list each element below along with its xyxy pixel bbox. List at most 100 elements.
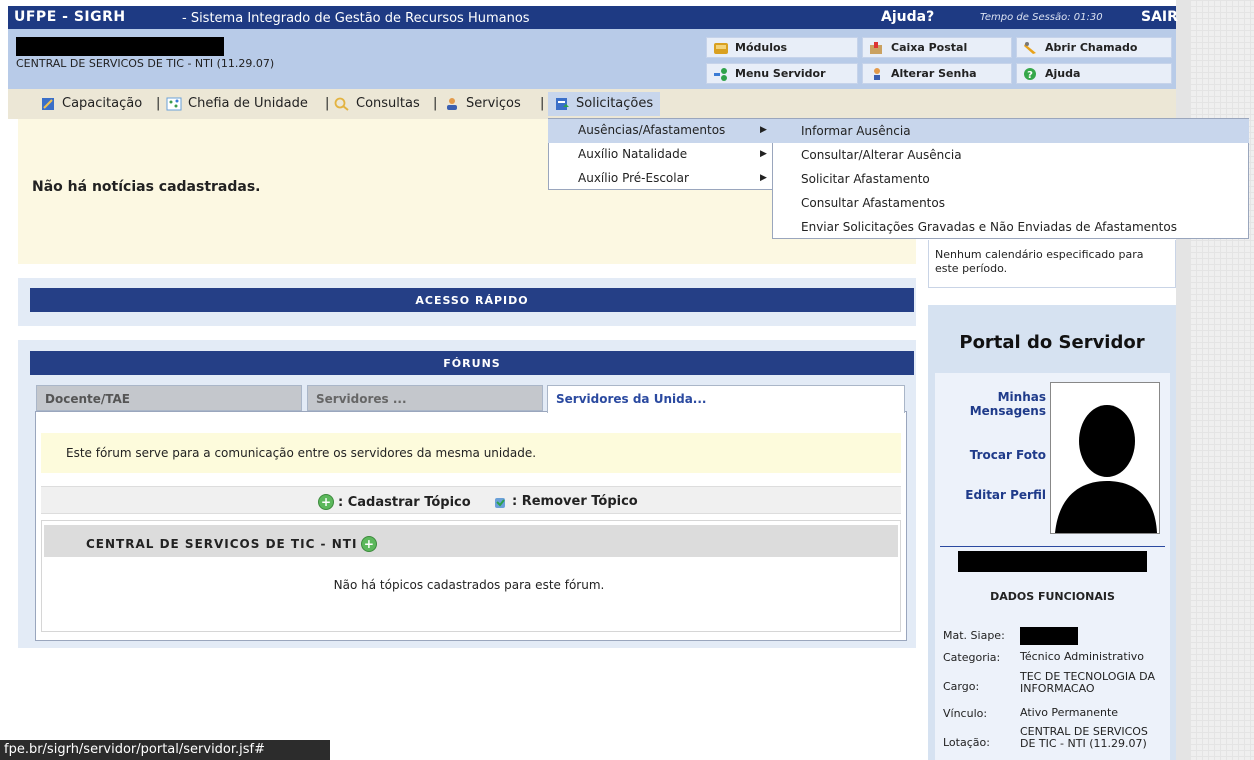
chart-icon: [166, 97, 182, 110]
chevron-right-icon: ▶: [760, 173, 767, 183]
siape-value-redacted: [1020, 627, 1078, 645]
modulos-label: Módulos: [735, 41, 788, 54]
forums-title: Fóruns: [30, 351, 914, 375]
system-brand[interactable]: UFPE - SIGRH: [14, 9, 126, 25]
chevron-right-icon: ▶: [760, 125, 767, 135]
dados-funcionais-title: DADOS FUNCIONAIS: [990, 590, 1115, 603]
menu-chefia[interactable]: Chefia de Unidade: [166, 96, 308, 111]
trash-icon: [495, 497, 505, 508]
page-background: [1190, 0, 1254, 760]
modulos-button[interactable]: Módulos: [706, 37, 858, 58]
key-icon: [874, 67, 880, 80]
dropdown-item-auxilio-natalidade[interactable]: Auxílio Natalidade ▶: [548, 143, 776, 167]
user-icon: [447, 97, 457, 110]
search-icon: [334, 97, 349, 111]
edit-profile-link[interactable]: Editar Perfil: [940, 488, 1046, 502]
menu-consultas-label: Consultas: [356, 96, 420, 111]
submenu-solicitar-afastamento[interactable]: Solicitar Afastamento: [772, 167, 1249, 191]
book-icon: [42, 97, 54, 110]
forum-unit-title-text: CENTRAL DE SERVICOS DE TIC - NTI: [86, 537, 358, 551]
menu-servicos[interactable]: Serviços: [444, 96, 521, 111]
tab-servidores-unidade[interactable]: Servidores da Unida...: [547, 385, 905, 413]
dropdown-item-label: Ausências/Afastamentos: [578, 123, 726, 137]
menu-servidor-button[interactable]: Menu Servidor: [706, 63, 858, 84]
submenu-informar-ausencia[interactable]: Informar Ausência: [772, 119, 1249, 143]
menu-separator: |: [540, 96, 545, 111]
help-link[interactable]: Ajuda?: [881, 9, 934, 25]
lotacao-label: Lotação:: [943, 736, 990, 749]
add-icon[interactable]: +: [361, 536, 378, 552]
vinculo-value: Ativo Permanente: [1020, 706, 1119, 719]
dropdown-item-auxilio-pre-escolar[interactable]: Auxílio Pré-Escolar ▶: [548, 167, 776, 191]
submenu-consultar-alterar-ausencia[interactable]: Consultar/Alterar Ausência: [772, 143, 1249, 167]
svg-text:?: ?: [1027, 70, 1033, 81]
form-icon: [556, 97, 569, 110]
alterar-senha-button[interactable]: Alterar Senha: [862, 63, 1012, 84]
forum-description: Este fórum serve para a comunicação entr…: [66, 446, 537, 460]
caixa-postal-label: Caixa Postal: [891, 41, 968, 54]
menu-consultas[interactable]: Consultas: [334, 96, 420, 111]
user-unit: CENTRAL DE SERVICOS DE TIC - NTI (11.29.…: [16, 57, 275, 70]
user-name-redacted: [16, 37, 224, 56]
tab-servidores[interactable]: Servidores ...: [307, 385, 543, 411]
menu-separator: |: [156, 96, 161, 111]
cargo-label: Cargo:: [943, 680, 980, 693]
menu-capacitacao[interactable]: Capacitação: [40, 96, 142, 111]
profile-photo: [1050, 382, 1160, 534]
remove-topic-label: : Remover Tópico: [512, 494, 638, 509]
menu-separator: |: [433, 96, 438, 111]
employee-name-redacted: [958, 551, 1147, 572]
modulos-icon: [714, 42, 728, 54]
siape-label: Mat. Siape:: [943, 629, 1005, 642]
quick-access-title-text: Acesso Rápido: [415, 293, 529, 307]
alterar-senha-label: Alterar Senha: [891, 67, 977, 80]
change-photo-link[interactable]: Trocar Foto: [940, 448, 1046, 462]
quick-access-title: Acesso Rápido: [30, 288, 914, 312]
forums-title-text: Fóruns: [443, 356, 501, 370]
abrir-chamado-button[interactable]: Abrir Chamado: [1016, 37, 1172, 58]
cargo-value: TEC DE TECNOLOGIA DA INFORMACAO: [1020, 670, 1155, 695]
abrir-chamado-label: Abrir Chamado: [1045, 41, 1138, 54]
page-shadow: [1176, 0, 1190, 760]
forum-action-bar: [41, 486, 901, 514]
menu-chefia-label: Chefia de Unidade: [188, 96, 308, 111]
my-messages-link[interactable]: Minhas Mensagens: [940, 390, 1046, 418]
dropdown-item-ausencias[interactable]: Ausências/Afastamentos ▶: [548, 119, 776, 143]
remove-topic-button[interactable]: : Remover Tópico: [492, 494, 638, 509]
menu-capacitacao-label: Capacitação: [62, 96, 143, 111]
submenu-enviar-solicitacoes[interactable]: Enviar Solicitações Gravadas e Não Envia…: [772, 215, 1249, 239]
tab-docente-tae[interactable]: Docente/TAE: [36, 385, 302, 411]
lotacao-value: CENTRAL DE SERVICOS DE TIC - NTI (11.29.…: [1020, 725, 1148, 750]
menu-icon: [714, 67, 727, 81]
menu-separator: |: [325, 96, 330, 111]
categoria-value: Técnico Administrativo: [1020, 650, 1144, 663]
top-bar: UFPE - SIGRH - Sistema Integrado de Gest…: [8, 6, 1178, 29]
ajuda-label: Ajuda: [1045, 67, 1081, 80]
avatar-silhouette: [1051, 383, 1159, 533]
logout-link[interactable]: SAIR: [1141, 9, 1178, 25]
menu-servicos-label: Serviços: [466, 96, 521, 111]
news-empty-message: Não há notícias cadastradas.: [32, 179, 261, 195]
menu-solicitacoes[interactable]: Solicitações: [554, 96, 653, 111]
forum-unit-title: CENTRAL DE SERVICOS DE TIC - NTI +: [86, 536, 378, 552]
add-icon: +: [318, 494, 334, 510]
help-icon: ?: [1024, 67, 1036, 81]
add-topic-button[interactable]: + : Cadastrar Tópico: [318, 494, 471, 510]
dropdown-item-label: Auxílio Pré-Escolar: [578, 171, 689, 185]
menu-solicitacoes-label: Solicitações: [576, 96, 654, 111]
portal-title: Portal do Servidor: [959, 332, 1145, 353]
submenu-consultar-afastamentos[interactable]: Consultar Afastamentos: [772, 191, 1249, 215]
menu-servidor-label: Menu Servidor: [735, 67, 826, 80]
caixa-postal-button[interactable]: Caixa Postal: [862, 37, 1012, 58]
no-topics-message: Não há tópicos cadastrados para este fór…: [333, 578, 605, 592]
add-topic-label: : Cadastrar Tópico: [338, 494, 471, 510]
browser-status-url: fpe.br/sigrh/servidor/portal/servidor.js…: [0, 740, 330, 760]
system-name: - Sistema Integrado de Gestão de Recurso…: [182, 11, 530, 26]
ajuda-button[interactable]: ? Ajuda: [1016, 63, 1172, 84]
categoria-label: Categoria:: [943, 651, 1001, 664]
portal-divider: [940, 546, 1165, 547]
dropdown-item-label: Auxílio Natalidade: [578, 147, 688, 161]
ticket-icon: [1024, 41, 1036, 54]
vinculo-label: Vínculo:: [943, 707, 988, 720]
calendar-empty-message: Nenhum calendário especificado para este…: [935, 248, 1144, 275]
